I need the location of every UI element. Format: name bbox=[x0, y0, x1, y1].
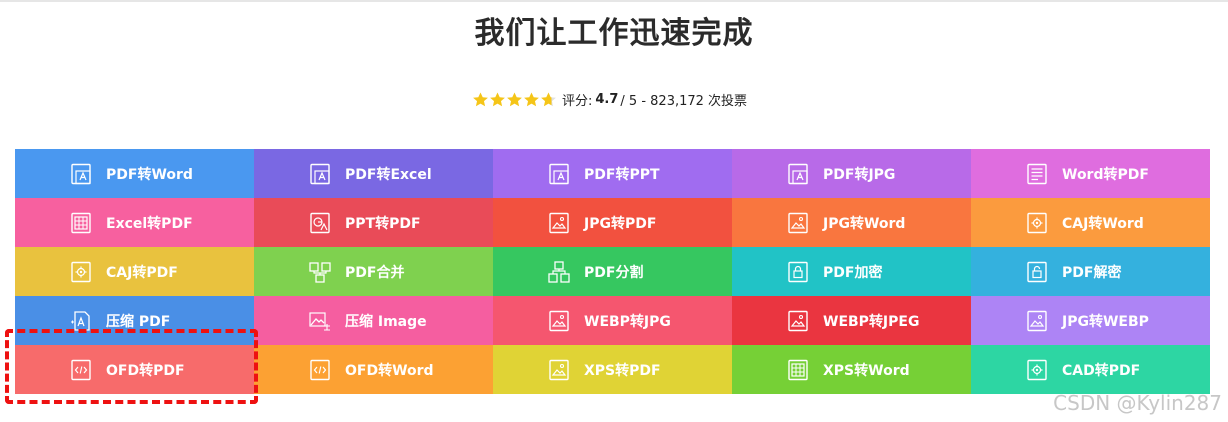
tool-tile[interactable]: PDF分割 bbox=[493, 247, 732, 296]
tool-label: 压缩 PDF bbox=[106, 313, 171, 330]
split-icon bbox=[547, 260, 571, 284]
tool-label: XPS转PDF bbox=[584, 362, 661, 379]
gear-document-icon bbox=[69, 260, 93, 284]
tool-tile[interactable]: CAJ转PDF bbox=[15, 247, 254, 296]
image-icon bbox=[547, 358, 571, 382]
tool-tile[interactable]: PDF转PPT bbox=[493, 149, 732, 198]
tool-label: PPT转PDF bbox=[345, 215, 421, 232]
tool-label: JPG转PDF bbox=[584, 215, 657, 232]
gear-document-icon bbox=[1025, 211, 1049, 235]
tool-tile[interactable]: 压缩 Image bbox=[254, 296, 493, 345]
tool-label: CAD转PDF bbox=[1062, 362, 1141, 379]
tool-tile[interactable]: OFD转Word bbox=[254, 345, 493, 394]
top-divider bbox=[0, 0, 1228, 2]
star-icon bbox=[540, 91, 557, 108]
tool-label: Excel转PDF bbox=[106, 215, 193, 232]
tool-tile[interactable]: PDF加密 bbox=[732, 247, 971, 296]
rating-stars bbox=[472, 91, 557, 108]
tool-tile[interactable]: PDF转JPG bbox=[732, 149, 971, 198]
tool-label: WEBP转JPG bbox=[584, 313, 671, 330]
tool-tile[interactable]: CAD转PDF bbox=[971, 345, 1210, 394]
tool-tile[interactable]: JPG转Word bbox=[732, 198, 971, 247]
image-icon bbox=[786, 211, 810, 235]
slide-icon bbox=[308, 211, 332, 235]
tool-tile[interactable]: JPG转PDF bbox=[493, 198, 732, 247]
tool-tile[interactable]: CAJ转Word bbox=[971, 198, 1210, 247]
tool-tile[interactable]: PDF转Word bbox=[15, 149, 254, 198]
tool-label: 压缩 Image bbox=[345, 313, 427, 330]
page-title: 我们让工作迅速完成 bbox=[474, 16, 754, 51]
tool-label: PDF合并 bbox=[345, 264, 405, 281]
tool-label: OFD转Word bbox=[345, 362, 434, 379]
table-icon bbox=[69, 211, 93, 235]
star-icon bbox=[472, 91, 489, 108]
star-icon bbox=[523, 91, 540, 108]
tool-tile[interactable]: WEBP转JPG bbox=[493, 296, 732, 345]
rating-bar: 评分: 4.7 / 5 - 823,172 次投票 bbox=[472, 89, 747, 109]
watermark: CSDN @Kylin287 bbox=[1053, 391, 1222, 415]
tool-tile[interactable]: WEBP转JPEG bbox=[732, 296, 971, 345]
rating-suffix: / 5 - 823,172 次投票 bbox=[620, 93, 748, 109]
merge-icon bbox=[308, 260, 332, 284]
document-a-icon bbox=[547, 162, 571, 186]
star-icon bbox=[489, 91, 506, 108]
tool-label: CAJ转PDF bbox=[106, 264, 178, 281]
tool-label: PDF转Excel bbox=[345, 166, 432, 183]
rating-score: 4.7 bbox=[595, 91, 619, 107]
unlock-icon bbox=[1025, 260, 1049, 284]
tool-tile[interactable]: Word转PDF bbox=[971, 149, 1210, 198]
compress-image-icon bbox=[308, 309, 332, 333]
tool-tile[interactable]: PDF解密 bbox=[971, 247, 1210, 296]
tool-label: JPG转WEBP bbox=[1062, 313, 1149, 330]
document-a-icon bbox=[786, 162, 810, 186]
tool-tile[interactable]: PPT转PDF bbox=[254, 198, 493, 247]
tool-tile[interactable]: Excel转PDF bbox=[15, 198, 254, 247]
tool-label: PDF转JPG bbox=[823, 166, 896, 183]
tool-label: PDF转Word bbox=[106, 166, 193, 183]
tool-label: Word转PDF bbox=[1062, 166, 1149, 183]
gear-document-icon bbox=[1025, 358, 1049, 382]
lock-icon bbox=[786, 260, 810, 284]
code-document-icon bbox=[308, 358, 332, 382]
image-icon bbox=[547, 211, 571, 235]
tool-label: PDF解密 bbox=[1062, 264, 1122, 281]
star-icon bbox=[506, 91, 523, 108]
tool-tile[interactable]: PDF合并 bbox=[254, 247, 493, 296]
image-icon bbox=[547, 309, 571, 333]
tool-label: WEBP转JPEG bbox=[823, 313, 920, 330]
tool-tile[interactable]: JPG转WEBP bbox=[971, 296, 1210, 345]
document-a-icon bbox=[308, 162, 332, 186]
table-icon bbox=[786, 358, 810, 382]
tool-tile[interactable]: PDF转Excel bbox=[254, 149, 493, 198]
tool-label: XPS转Word bbox=[823, 362, 910, 379]
tool-label: PDF加密 bbox=[823, 264, 883, 281]
tool-tile[interactable]: XPS转PDF bbox=[493, 345, 732, 394]
document-lines-icon bbox=[1025, 162, 1049, 186]
tool-label: JPG转Word bbox=[823, 215, 906, 232]
tool-label: PDF转PPT bbox=[584, 166, 660, 183]
image-icon bbox=[786, 309, 810, 333]
highlight-box bbox=[5, 329, 258, 404]
tool-tile[interactable]: XPS转Word bbox=[732, 345, 971, 394]
tool-label: CAJ转Word bbox=[1062, 215, 1144, 232]
rating-prefix: 评分: bbox=[562, 93, 593, 109]
image-icon bbox=[1025, 309, 1049, 333]
tool-label: PDF分割 bbox=[584, 264, 644, 281]
document-a-icon bbox=[69, 162, 93, 186]
